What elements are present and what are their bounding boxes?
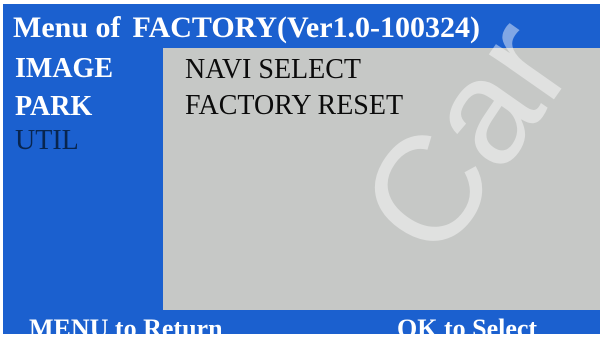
menu-item-factory-reset[interactable]: FACTORY RESET <box>185 91 403 121</box>
sidebar-item-park[interactable]: PARK <box>15 92 92 122</box>
menu-title-bar: Menu of FACTORY(Ver1.0-100324) <box>13 8 480 48</box>
submenu-content-area: NAVI SELECT FACTORY RESET <box>163 48 600 310</box>
sidebar-item-util[interactable]: UTIL <box>15 126 79 156</box>
menu-item-navi-select[interactable]: NAVI SELECT <box>185 55 361 85</box>
sidebar-item-image[interactable]: IMAGE <box>15 54 113 84</box>
menu-return-hint: MENU to Return <box>29 314 223 334</box>
ok-select-hint: OK to Select <box>397 314 538 334</box>
menu-label: Menu of <box>13 11 121 44</box>
device-screen: Menu of FACTORY(Ver1.0-100324) IMAGE PARK… <box>0 0 605 340</box>
menu-title: FACTORY(Ver1.0-100324) <box>132 11 481 44</box>
menu-panel: Menu of FACTORY(Ver1.0-100324) IMAGE PARK… <box>3 4 600 334</box>
